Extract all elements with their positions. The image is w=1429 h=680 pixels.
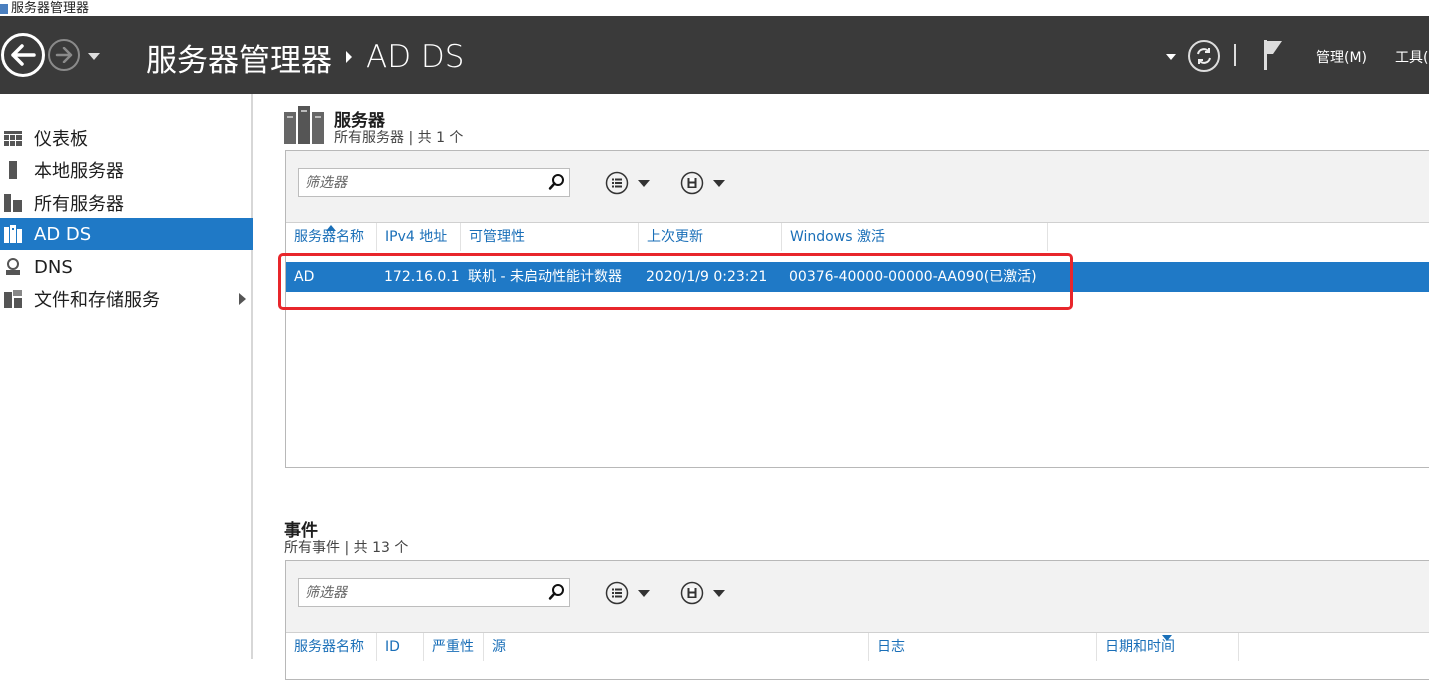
list-options-icon: [605, 171, 629, 195]
events-toolbar: [286, 561, 1429, 633]
cell-windows-activation: 00376-40000-00000-AA090(已激活): [789, 269, 1037, 285]
cell-last-update: 2020/1/9 0:23:21: [646, 269, 768, 285]
notifications-flag-icon[interactable]: [1262, 38, 1284, 72]
sort-ascending-icon: [326, 225, 336, 231]
servers-filter-input[interactable]: [298, 168, 570, 197]
breadcrumb-separator-icon: [346, 51, 352, 63]
servers-subtitle: 所有服务器 | 共 1 个: [334, 130, 464, 146]
events-save-query-button[interactable]: [680, 581, 725, 605]
events-subtitle: 所有事件 | 共 13 个: [284, 540, 409, 556]
refresh-dropdown-icon[interactable]: [1166, 54, 1176, 60]
sort-descending-icon: [1162, 635, 1172, 641]
list-options-icon: [605, 581, 629, 605]
sidebar-item-local-server[interactable]: 本地服务器: [0, 154, 253, 186]
app-icon: [0, 4, 8, 14]
sidebar-item-all-servers[interactable]: 所有服务器: [0, 187, 253, 219]
save-icon: [680, 581, 704, 605]
events-panel: 服务器名称 ID 严重性 源 日志 日期和时间: [285, 560, 1429, 680]
forward-button[interactable]: [48, 39, 80, 71]
column-header-server-name[interactable]: 服务器名称: [286, 633, 377, 661]
cell-manageability: 联机 - 未启动性能计数器: [468, 269, 622, 285]
sidebar-item-label: 仪表板: [34, 129, 88, 150]
dashboard-icon: [4, 131, 22, 146]
chevron-down-icon: [713, 179, 725, 187]
column-header-manageability[interactable]: 可管理性: [461, 223, 639, 251]
search-icon[interactable]: [548, 173, 566, 191]
back-button[interactable]: [1, 33, 45, 77]
sidebar-item-label: 所有服务器: [34, 194, 124, 215]
window-title: 服务器管理器: [11, 1, 90, 16]
local-server-icon: [9, 161, 17, 179]
column-header-severity[interactable]: 严重性: [424, 633, 484, 661]
breadcrumb-current: AD DS: [366, 39, 465, 75]
sidebar-item-ad-ds[interactable]: AD DS: [0, 218, 253, 250]
breadcrumb: 服务器管理器 AD DS: [146, 35, 465, 80]
servers-panel: 服务器名称 IPv4 地址 可管理性 上次更新 Windows 激活 AD 17…: [285, 150, 1429, 468]
servers-section-icon: [284, 106, 324, 144]
servers-toolbar: [286, 151, 1429, 223]
events-view-options-button[interactable]: [605, 581, 650, 605]
refresh-icon: [1197, 48, 1211, 64]
cell-server-name: AD: [294, 269, 315, 285]
chevron-down-icon: [713, 589, 725, 597]
ad-ds-icon: [4, 225, 22, 243]
sidebar-item-label: DNS: [34, 256, 73, 278]
sidebar-item-dns[interactable]: DNS: [0, 251, 253, 283]
all-servers-icon: [4, 194, 22, 212]
sidebar-item-label: AD DS: [34, 223, 92, 245]
sidebar-item-dashboard[interactable]: 仪表板: [0, 122, 253, 154]
sidebar-item-label: 文件和存储服务: [34, 290, 160, 311]
menu-tools[interactable]: 工具(: [1395, 47, 1428, 67]
servers-view-options-button[interactable]: [605, 171, 650, 195]
column-header-source[interactable]: 源: [484, 633, 869, 661]
file-storage-icon: [4, 290, 22, 308]
history-dropdown-icon[interactable]: [88, 53, 100, 60]
table-row[interactable]: AD 172.16.0.1 联机 - 未启动性能计数器 2020/1/9 0:2…: [286, 262, 1429, 292]
expand-arrow-icon[interactable]: [239, 293, 246, 305]
header-divider: [1234, 44, 1236, 66]
column-header-log[interactable]: 日志: [869, 633, 1097, 661]
servers-save-query-button[interactable]: [680, 171, 725, 195]
arrow-right-icon: [55, 47, 73, 63]
dns-icon: [6, 258, 20, 275]
column-header-id[interactable]: ID: [377, 633, 424, 661]
events-column-headers: 服务器名称 ID 严重性 源 日志 日期和时间: [286, 633, 1429, 661]
column-header-last-update[interactable]: 上次更新: [639, 223, 782, 251]
sidebar-item-file-storage[interactable]: 文件和存储服务: [0, 283, 253, 315]
sidebar: 仪表板 本地服务器 所有服务器 AD DS DNS 文件和存储服务: [0, 94, 253, 659]
header-bar: 服务器管理器 AD DS 管理(M) 工具(: [0, 16, 1429, 94]
window-titlebar: 服务器管理器: [0, 0, 1429, 16]
search-icon[interactable]: [548, 583, 566, 601]
events-filter-input[interactable]: [298, 578, 570, 607]
save-icon: [680, 171, 704, 195]
column-header-ipv4[interactable]: IPv4 地址: [377, 223, 461, 251]
refresh-button[interactable]: [1188, 40, 1220, 72]
menu-manage[interactable]: 管理(M): [1316, 47, 1367, 67]
chevron-down-icon: [638, 179, 650, 187]
column-header-windows-activation[interactable]: Windows 激活: [782, 223, 1048, 251]
arrow-left-icon: [11, 44, 36, 66]
sidebar-item-label: 本地服务器: [34, 161, 124, 182]
cell-ipv4: 172.16.0.1: [384, 269, 460, 285]
breadcrumb-root[interactable]: 服务器管理器: [146, 35, 332, 80]
servers-column-headers: 服务器名称 IPv4 地址 可管理性 上次更新 Windows 激活: [286, 223, 1429, 251]
chevron-down-icon: [638, 589, 650, 597]
